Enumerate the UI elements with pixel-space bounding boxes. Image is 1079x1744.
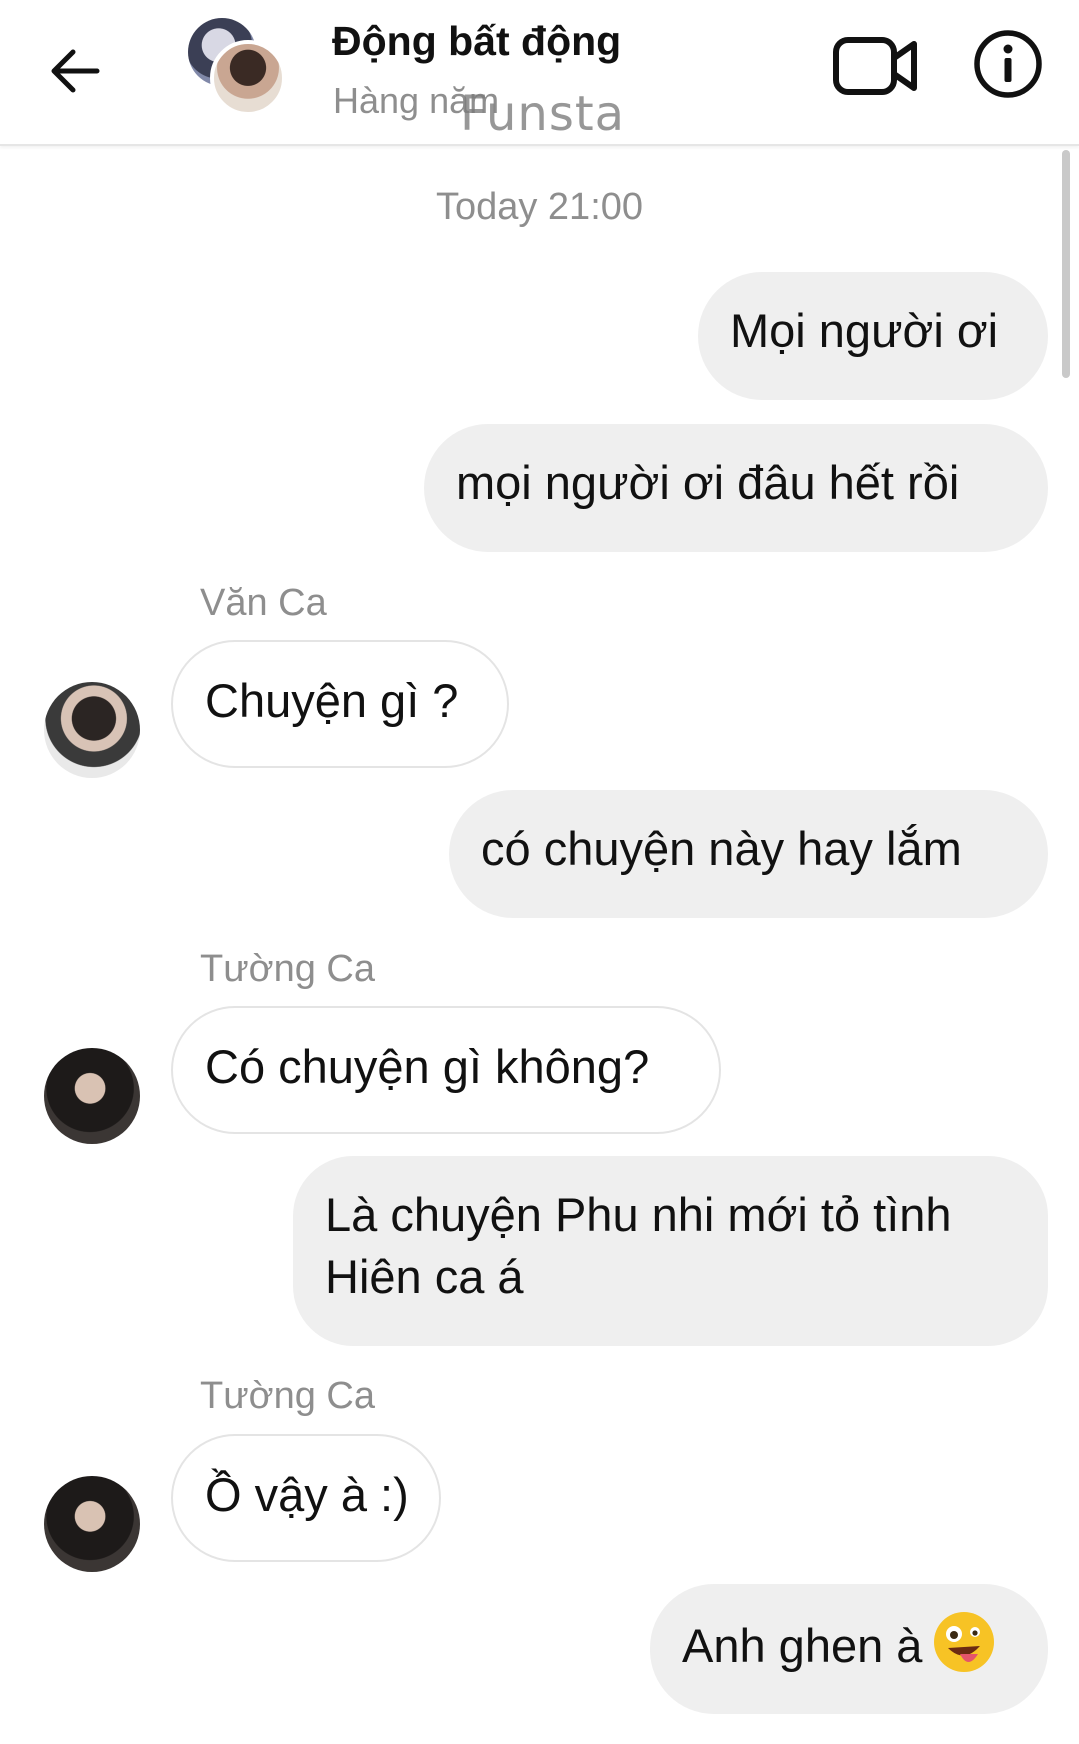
message-text: Có chuyện gì không?: [205, 1040, 650, 1093]
chat-header: Động bất động Hàng năm Funsta: [0, 0, 1079, 146]
outgoing-message[interactable]: Anh ghen à: [650, 1584, 1048, 1714]
avatar[interactable]: [44, 1048, 140, 1144]
incoming-message[interactable]: Chuyện gì ?: [171, 640, 509, 768]
message-text: Ồ vậy à :): [205, 1468, 409, 1521]
video-call-button[interactable]: [832, 30, 922, 102]
outgoing-message[interactable]: có chuyện này hay lắm: [449, 790, 1048, 918]
scrollbar[interactable]: [1062, 150, 1070, 378]
watermark: Funsta: [460, 86, 626, 142]
outgoing-message[interactable]: Là chuyện Phu nhi mới tỏ tình Hiên ca á: [293, 1156, 1048, 1346]
incoming-message[interactable]: Ồ vậy à :): [171, 1434, 441, 1562]
message-text: Mọi người ơi: [730, 304, 999, 357]
chat-title[interactable]: Động bất động: [332, 18, 621, 65]
message-text: mọi người ơi đâu hết rồi: [456, 456, 960, 509]
message-text: có chuyện này hay lắm: [481, 822, 962, 875]
arrow-left-icon: [51, 49, 100, 93]
avatar[interactable]: [44, 1476, 140, 1572]
back-button[interactable]: [40, 36, 110, 106]
group-avatar[interactable]: [188, 18, 288, 118]
info-icon: [974, 30, 1042, 98]
info-button[interactable]: [972, 28, 1044, 100]
avatar[interactable]: [44, 682, 140, 778]
message-text: Là chuyện Phu nhi mới tỏ tình Hiên ca á: [325, 1188, 952, 1303]
sender-name: Văn Ca: [200, 582, 327, 624]
group-avatar-front: [210, 40, 286, 116]
message-timestamp: Today 21:00: [435, 186, 644, 228]
message-text: Anh ghen à: [682, 1619, 923, 1672]
incoming-message[interactable]: Có chuyện gì không?: [171, 1006, 721, 1134]
sender-name: Tường Ca: [200, 948, 375, 990]
video-camera-icon: [833, 37, 917, 95]
outgoing-message[interactable]: mọi người ơi đâu hết rồi: [424, 424, 1048, 552]
outgoing-message[interactable]: Mọi người ơi: [698, 272, 1048, 400]
message-text: Chuyện gì ?: [205, 674, 459, 727]
sender-name: Tường Ca: [200, 1375, 375, 1417]
zany-face-emoji-icon: [934, 1612, 995, 1672]
